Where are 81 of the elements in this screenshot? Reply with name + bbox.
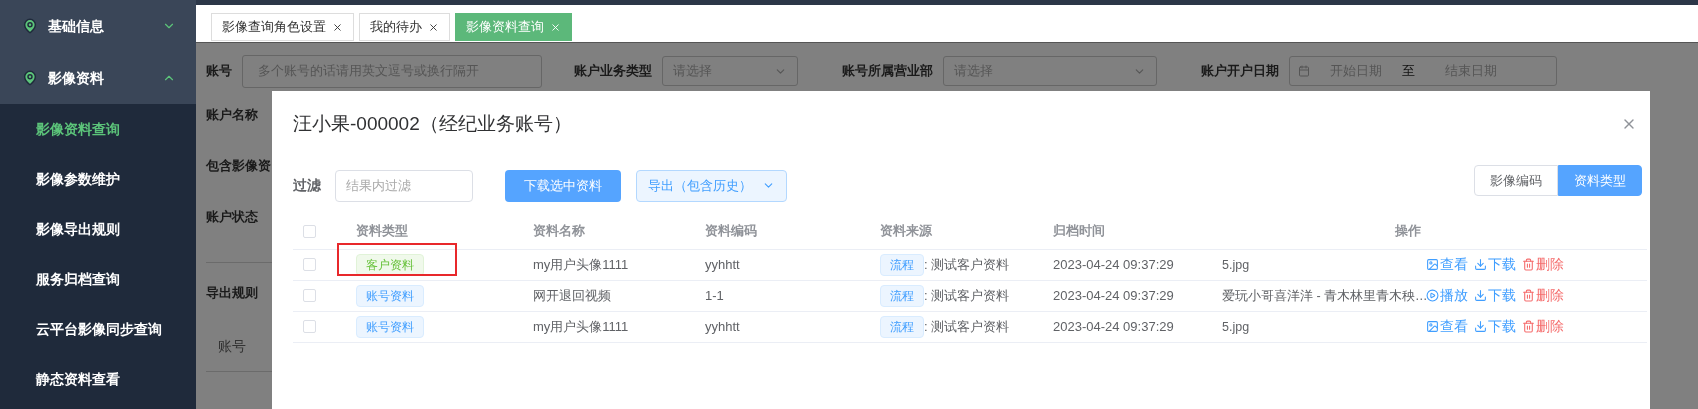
action-link[interactable]: 播放 xyxy=(1426,285,1468,306)
menu-item[interactable]: 影像导出规则 xyxy=(0,204,196,254)
menu-group[interactable]: 基础信息 xyxy=(0,0,196,52)
action-link[interactable]: 查看 xyxy=(1426,254,1468,275)
table-header-cell: 资料来源 xyxy=(880,223,932,239)
download-icon xyxy=(1474,258,1487,271)
action-link[interactable]: 下载 xyxy=(1474,254,1516,275)
trash-icon xyxy=(1522,289,1535,302)
table-cell: my用户头像1111 xyxy=(533,256,629,272)
image-icon xyxy=(1426,320,1439,333)
image-icon xyxy=(1426,258,1439,271)
download-icon xyxy=(1474,320,1487,333)
filter-field[interactable]: 结果内过滤 xyxy=(335,169,473,202)
menu-group[interactable]: 影像资料 xyxy=(0,52,196,104)
table-header-cell: 资料名称 xyxy=(533,223,585,239)
table-header-cell-text: 账号 xyxy=(218,337,246,356)
table-header-cell: 资料编码 xyxy=(705,223,757,239)
checkbox[interactable] xyxy=(303,320,316,333)
type-tag: 账号资料 xyxy=(356,284,424,307)
field-label: 账号所属营业部 xyxy=(842,62,933,81)
tab[interactable]: 我的待办 xyxy=(359,13,450,41)
trash-icon xyxy=(1522,320,1535,333)
field-label: 账户名称 xyxy=(206,105,258,124)
action-link[interactable]: 下载 xyxy=(1474,316,1516,337)
action-link[interactable]: 删除 xyxy=(1522,316,1564,337)
field-label: 账户业务类型 xyxy=(574,62,652,81)
table-cell: yyhhtt xyxy=(705,318,740,334)
toggle-button[interactable]: 影像编码 xyxy=(1474,165,1558,196)
toggle-button[interactable]: 资料类型 xyxy=(1558,165,1642,196)
table-cell: 2023-04-24 09:37:29 xyxy=(1053,318,1174,334)
location-pin-icon xyxy=(22,18,38,34)
table-cell: 5.jpg xyxy=(1222,257,1250,272)
table-cell: yyhhtt xyxy=(705,256,740,272)
checkbox[interactable] xyxy=(303,289,316,302)
action-link[interactable]: 删除 xyxy=(1522,285,1564,306)
menu-item[interactable]: 云平台影像同步查询 xyxy=(0,304,196,354)
trash-icon xyxy=(1522,258,1535,271)
menu-item[interactable]: 影像资料查询 xyxy=(0,104,196,154)
checkbox[interactable] xyxy=(303,258,316,271)
table-cell: 2023-04-24 09:37:29 xyxy=(1053,287,1174,303)
type-tag: 客户资料 xyxy=(356,253,424,276)
table-cell: 爱玩小哥喜洋洋 - 青木林里青木秧… xyxy=(1222,288,1428,303)
play-icon xyxy=(1426,289,1439,302)
table-header-cell: 操作 xyxy=(1395,223,1421,239)
action-link[interactable]: 查看 xyxy=(1426,316,1468,337)
calendar-icon xyxy=(1298,65,1310,77)
table-cell-text: : 测试客户资料 xyxy=(924,317,1010,336)
table-cell: 网开退回视频 xyxy=(533,287,611,303)
menu-item[interactable]: 影像参数维护 xyxy=(0,154,196,204)
download-icon xyxy=(1474,289,1487,302)
menu-item[interactable]: 静态资料查看 xyxy=(0,354,196,404)
menu-item[interactable]: 服务归档查询 xyxy=(0,254,196,304)
tab[interactable]: 影像资料查询 xyxy=(455,13,572,41)
field-label: 包含影像资 xyxy=(206,156,271,175)
export-button[interactable]: 导出（包含历史） xyxy=(636,169,787,202)
table-header-cell: 归档时间 xyxy=(1053,223,1105,239)
action-link[interactable]: 下载 xyxy=(1474,285,1516,306)
table-cell: 5.jpg xyxy=(1222,319,1250,334)
action-link[interactable]: 删除 xyxy=(1522,254,1564,275)
field-label: 账户状态 xyxy=(206,207,258,226)
close-icon[interactable] xyxy=(428,21,439,33)
source-tag: 流程 xyxy=(880,253,924,276)
table-cell: my用户头像1111 xyxy=(533,318,629,334)
dialog-title: 汪小果-000002（经纪业务账号） xyxy=(293,112,572,136)
type-tag: 账号资料 xyxy=(356,315,424,338)
table-header-cell: 资料类型 xyxy=(356,223,408,239)
close-icon[interactable] xyxy=(332,21,343,33)
table-cell: 2023-04-24 09:37:29 xyxy=(1053,256,1174,272)
field-label: 账户开户日期 xyxy=(1201,62,1279,81)
table-cell-text: : 测试客户资料 xyxy=(924,255,1010,274)
table-cell-text: : 测试客户资料 xyxy=(924,286,1010,305)
table-cell: 1-1 xyxy=(705,287,724,303)
download-selected-button[interactable]: 下载选中资料 xyxy=(505,169,621,202)
tab[interactable]: 影像查询角色设置 xyxy=(211,13,354,41)
checkbox[interactable] xyxy=(303,224,316,238)
source-tag: 流程 xyxy=(880,315,924,338)
source-tag: 流程 xyxy=(880,284,924,307)
field-label: 账号 xyxy=(206,62,232,81)
location-pin-icon xyxy=(22,70,38,86)
filter-label: 过滤 xyxy=(293,176,321,195)
field-label: 导出规则 xyxy=(206,283,258,302)
